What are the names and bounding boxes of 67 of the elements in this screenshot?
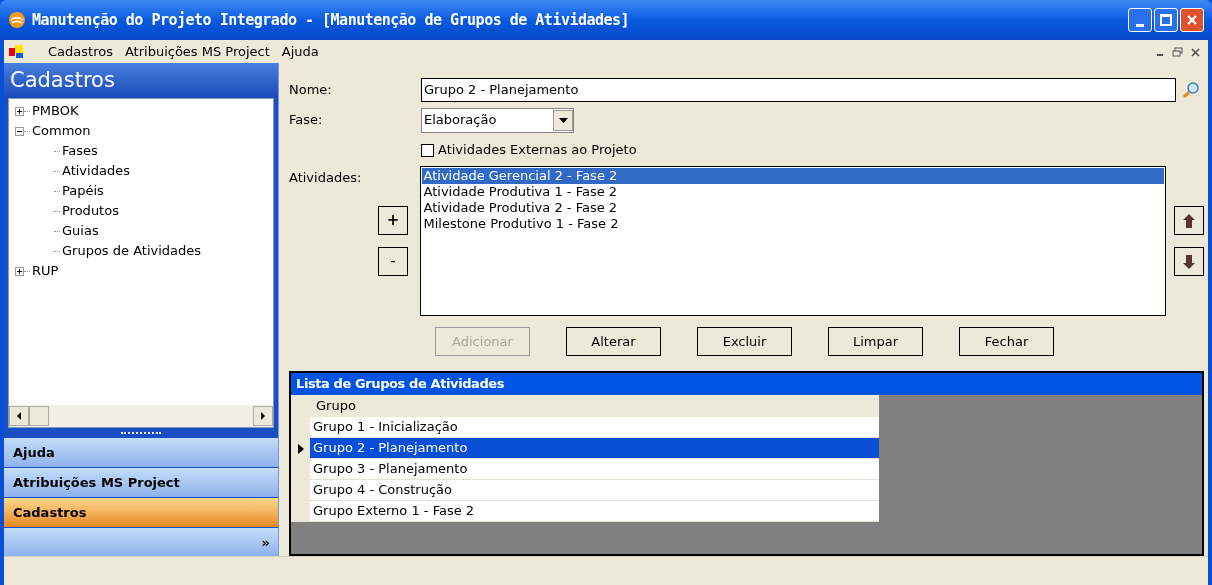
tree-item[interactable]: Common [30, 121, 93, 141]
restore-icon[interactable] [1172, 46, 1183, 57]
list-item[interactable]: Milestone Produtivo 1 - Fase 2 [421, 216, 1164, 232]
move-up-button[interactable] [1174, 206, 1204, 235]
move-down-button[interactable] [1174, 247, 1204, 276]
list-item[interactable]: Atividade Gerencial 2 - Fase 2 [421, 168, 1164, 184]
expanded-node-icon[interactable] [15, 126, 24, 136]
dropdown-arrow-icon[interactable] [558, 117, 568, 123]
current-row-icon [297, 443, 304, 454]
grid-title: Lista de Grupos de Atividades [291, 373, 1202, 395]
window-title: Manutenção do Projeto Integrado - [Manutenção de Grupos de Atividades] [32, 9, 630, 31]
table-cell[interactable]: Grupo 2 - Planejamento [310, 438, 879, 459]
panel-header: Cadastros [4, 63, 278, 98]
tree-item[interactable]: Grupos de Atividades [60, 241, 204, 261]
scroll-thumb[interactable] [29, 406, 49, 426]
collapsed-node-icon[interactable] [15, 266, 24, 276]
tree-item[interactable]: Papéis [60, 181, 106, 201]
minimize-icon [1136, 23, 1144, 27]
close-icon [1186, 14, 1198, 26]
add-item-button[interactable]: + [378, 206, 408, 235]
checkbox-label[interactable]: Atividades Externas ao Projeto [438, 140, 637, 160]
checkbox[interactable] [421, 143, 434, 157]
minimize-button[interactable] [1128, 8, 1152, 32]
scroll-left-icon[interactable] [16, 412, 22, 420]
close-icon[interactable] [1191, 46, 1200, 57]
tree-item[interactable]: PMBOK [30, 101, 81, 121]
menu-item[interactable]: Cadastros [46, 41, 115, 62]
action-button[interactable]: Fechar [959, 327, 1054, 356]
table-cell[interactable]: Grupo Externo 1 - Fase 2 [310, 501, 879, 522]
menu-item[interactable]: Ajuda [279, 41, 321, 62]
table-cell[interactable]: Grupo 4 - Construção [310, 480, 879, 501]
horizontal-scrollbar[interactable] [9, 405, 273, 427]
up-arrow-icon [1183, 213, 1195, 228]
maximize-button[interactable] [1154, 8, 1178, 32]
navigation-button[interactable]: Ajuda [4, 438, 278, 468]
action-button[interactable]: Alterar [566, 327, 661, 356]
app-logo-icon [8, 11, 26, 29]
maximize-icon [1160, 14, 1172, 26]
field-label: Fase: [289, 111, 324, 130]
collapsed-node-icon[interactable] [15, 106, 24, 116]
column-header[interactable]: Grupo [311, 396, 361, 416]
tree-item[interactable]: Atividades [60, 161, 132, 181]
action-button[interactable]: Excluir [697, 327, 792, 356]
phase-dropdown[interactable]: Elaboração [421, 107, 574, 133]
tree-item[interactable]: Guias [60, 221, 101, 241]
list-item[interactable]: Atividade Produtiva 2 - Fase 2 [421, 200, 1164, 216]
field-label: Nome: [289, 81, 333, 100]
table-cell[interactable]: Grupo 1 - Inicialização [310, 417, 879, 438]
search-icon[interactable] [1182, 81, 1200, 99]
name-field[interactable]: Grupo 2 - Planejamento [421, 78, 1176, 102]
menu-item[interactable]: Atribuições MS Project [122, 41, 272, 62]
down-arrow-icon [1183, 254, 1195, 269]
more-buttons-button[interactable]: » [261, 535, 270, 549]
list-item[interactable]: Atividade Produtiva 1 - Fase 2 [421, 184, 1164, 200]
remove-item-button[interactable]: - [378, 247, 408, 276]
table-cell[interactable]: Grupo 3 - Planejamento [310, 459, 879, 480]
tree-item[interactable]: Produtos [60, 201, 121, 221]
close-button[interactable] [1180, 8, 1204, 32]
activities-list[interactable]: Atividade Gerencial 2 - Fase 2 Atividade Produtiva 1 - Fase 2 Atividade Produtiva 2 - Fase 2 Milestone Produtivo 1 - Fase 2 [419, 166, 1166, 316]
tree-item[interactable]: RUP [30, 261, 61, 281]
scroll-right-icon[interactable] [260, 412, 266, 420]
field-label: Atividades: [289, 169, 363, 187]
app-menu-icon[interactable] [8, 43, 26, 60]
action-button[interactable]: Limpar [828, 327, 923, 356]
navigation-button[interactable]: Cadastros [4, 498, 278, 528]
tree-item[interactable]: Fases [60, 141, 100, 161]
navigation-button[interactable]: Atribuições MS Project [4, 468, 278, 498]
